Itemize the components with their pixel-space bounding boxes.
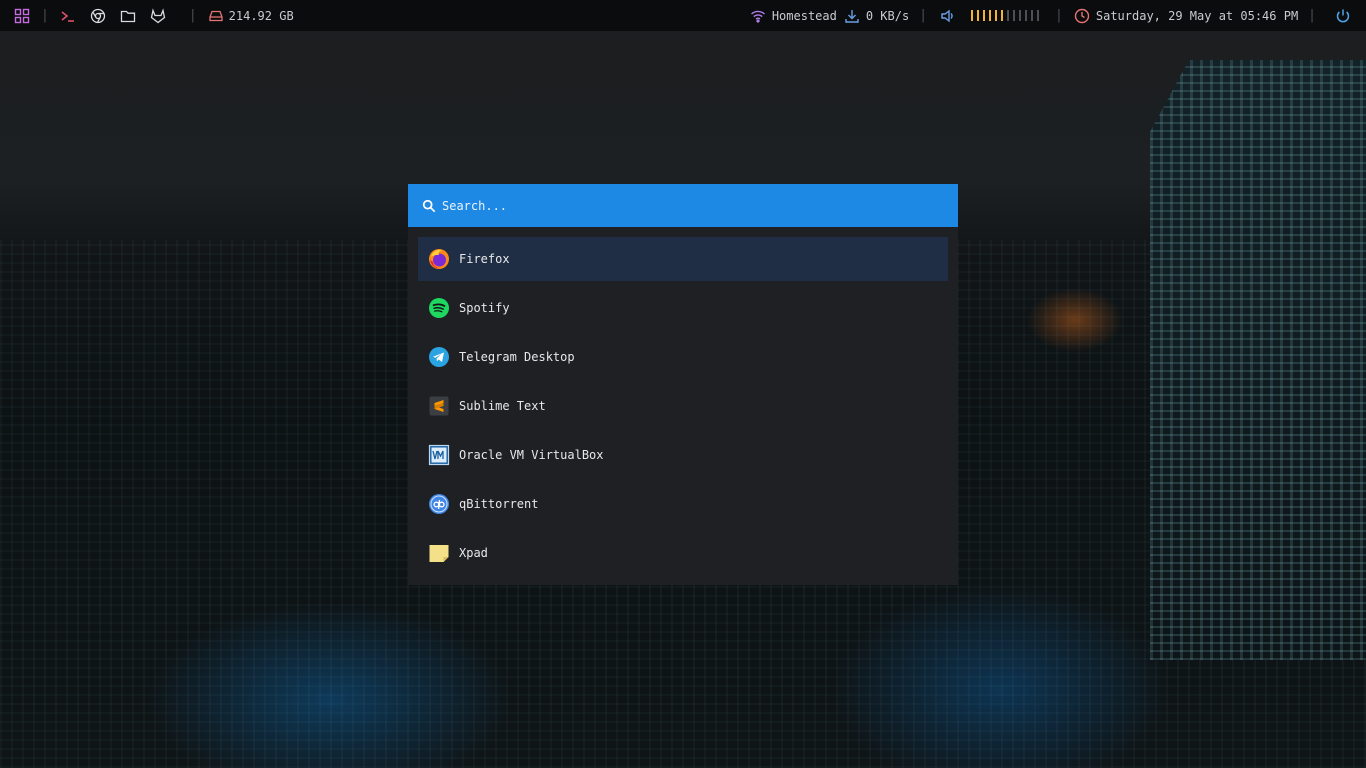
- spotify-icon: [428, 297, 450, 319]
- volume-segment: [977, 10, 980, 21]
- volume-segment: [983, 10, 986, 21]
- volume-segment: [1037, 10, 1040, 21]
- volume-segment: [1031, 10, 1034, 21]
- download-icon: [843, 7, 861, 25]
- app-item-label: Oracle VM VirtualBox: [459, 448, 604, 462]
- app-item-firefox[interactable]: Firefox: [418, 237, 948, 281]
- volume-segment: [1019, 10, 1022, 21]
- clock-icon: [1073, 7, 1091, 25]
- network-speed: 0 KB/s: [865, 8, 910, 23]
- app-item-label: Telegram Desktop: [459, 350, 575, 364]
- top-panel: | | 214.92 GB Homestead 0 KB/s | | Satur…: [0, 0, 1366, 31]
- wifi-icon[interactable]: [749, 7, 767, 25]
- volume-icon[interactable]: [939, 7, 957, 25]
- app-launcher: Firefox Spotify Telegram Desktop: [408, 184, 958, 585]
- status-group: Homestead 0 KB/s | | Saturday, 29 May at…: [749, 0, 1366, 31]
- separator: |: [919, 8, 928, 23]
- app-item-qbittorrent[interactable]: qBittorrent: [418, 482, 948, 526]
- wallpaper-skyscraper: [1150, 60, 1366, 660]
- search-bar[interactable]: [408, 184, 958, 227]
- separator: |: [188, 8, 197, 23]
- app-item-label: Firefox: [459, 252, 510, 266]
- volume-segment: [989, 10, 992, 21]
- volume-segment: [1025, 10, 1028, 21]
- app-item-label: Sublime Text: [459, 399, 546, 413]
- xpad-icon: [428, 542, 450, 564]
- sublime-text-icon: [428, 395, 450, 417]
- volume-segment: [1013, 10, 1016, 21]
- volume-segment: [995, 10, 998, 21]
- volume-segment: [1001, 10, 1004, 21]
- search-input[interactable]: [442, 198, 922, 213]
- disk-free-space: 214.92 GB: [228, 8, 294, 23]
- virtualbox-icon: [428, 444, 450, 466]
- app-item-label: Spotify: [459, 301, 510, 315]
- app-item-sublime-text[interactable]: Sublime Text: [418, 384, 948, 428]
- chrome-icon[interactable]: [89, 7, 107, 25]
- date-time[interactable]: Saturday, 29 May at 05:46 PM: [1096, 9, 1298, 23]
- wifi-network-name: Homestead: [771, 8, 837, 23]
- disk-icon: [207, 7, 225, 25]
- volume-level-bar[interactable]: [971, 10, 1040, 21]
- terminal-icon[interactable]: [59, 7, 77, 25]
- qbittorrent-icon: [428, 493, 450, 515]
- telegram-icon: [428, 346, 450, 368]
- app-item-oracle-vm-virtualbox[interactable]: Oracle VM VirtualBox: [418, 433, 948, 477]
- app-item-xpad[interactable]: Xpad: [418, 531, 948, 575]
- volume-segment: [1007, 10, 1010, 21]
- separator: |: [1055, 8, 1063, 23]
- app-list: Firefox Spotify Telegram Desktop Sublime…: [408, 227, 958, 575]
- folder-icon[interactable]: [119, 7, 137, 25]
- apps-grid-icon[interactable]: [13, 7, 31, 25]
- firefox-icon: [428, 248, 450, 270]
- app-item-label: Xpad: [459, 546, 488, 560]
- search-icon: [422, 199, 436, 213]
- app-item-telegram-desktop[interactable]: Telegram Desktop: [418, 335, 948, 379]
- app-item-label: qBittorrent: [459, 497, 539, 511]
- launcher-group: | | 214.92 GB: [0, 0, 294, 31]
- gitlab-icon[interactable]: [149, 7, 167, 25]
- app-item-spotify[interactable]: Spotify: [418, 286, 948, 330]
- separator: |: [1308, 8, 1316, 23]
- volume-segment: [971, 10, 974, 21]
- power-icon[interactable]: [1334, 7, 1352, 25]
- separator: |: [41, 8, 49, 23]
